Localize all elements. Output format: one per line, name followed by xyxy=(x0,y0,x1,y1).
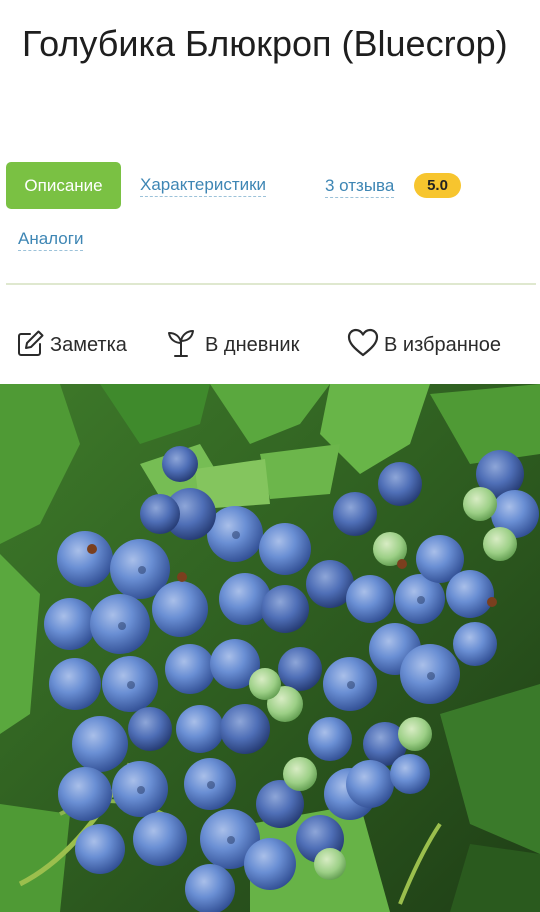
note-label: Заметка xyxy=(50,333,127,356)
tab-description[interactable]: Описание xyxy=(6,162,121,209)
edit-icon xyxy=(16,328,46,363)
action-bar: Заметка В дневник В избранное xyxy=(0,322,540,372)
product-tabs: Описание Характеристики 3 отзыва 5.0 Ана… xyxy=(0,162,540,262)
tab-analogs[interactable]: Аналоги xyxy=(18,229,84,251)
heart-icon xyxy=(346,327,380,364)
diary-button[interactable]: В дневник xyxy=(165,322,299,368)
divider xyxy=(6,283,536,285)
rating-badge: 5.0 xyxy=(414,173,461,198)
favorites-button[interactable]: В избранное xyxy=(346,322,501,368)
sprout-icon xyxy=(165,327,197,364)
page-title: Голубика Блюкроп (Bluecrop) xyxy=(22,23,508,64)
diary-label: В дневник xyxy=(205,333,300,356)
tab-characteristics[interactable]: Характеристики xyxy=(140,175,267,197)
favorites-label: В избранное xyxy=(384,333,502,356)
blueberry-photo xyxy=(0,384,540,912)
tab-reviews[interactable]: 3 отзыва xyxy=(325,176,395,198)
note-button[interactable]: Заметка xyxy=(16,322,127,368)
